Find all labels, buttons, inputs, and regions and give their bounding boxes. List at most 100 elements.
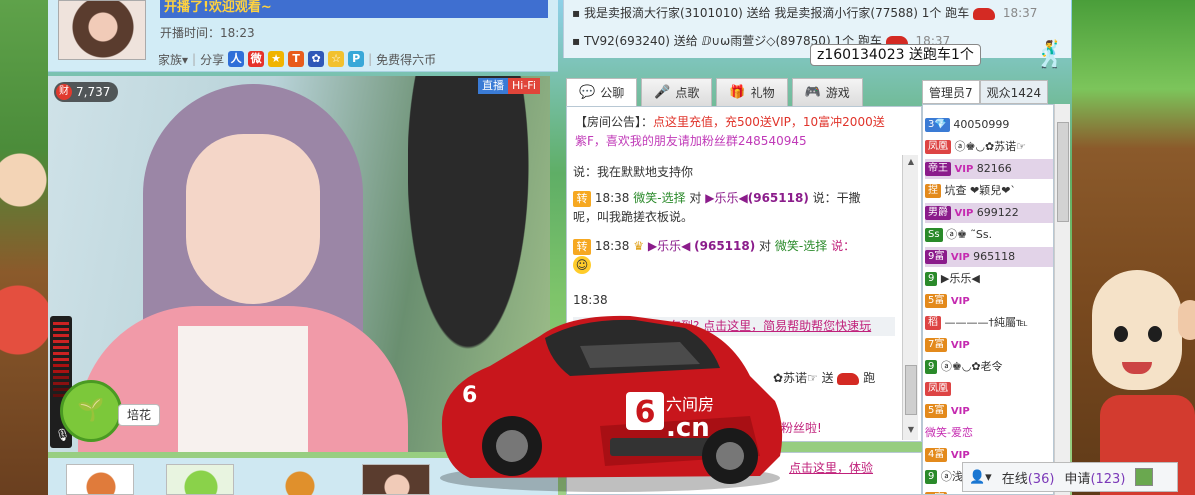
user-list-item[interactable]: 3💎 40050999 <box>925 115 1053 135</box>
star-icon[interactable]: ★ <box>268 51 285 67</box>
thumbnail-item[interactable] <box>266 464 334 495</box>
user-name[interactable]: ⓐ♚◡✿苏诺☞ <box>955 140 1027 153</box>
gift-feed-item: ▪ 我是卖报滴大行家(3101010) 送给 我是卖报滴小行家(77588) 1… <box>572 6 1038 20</box>
online-label: 在线 <box>1001 471 1028 487</box>
plush-ear-image <box>1178 300 1195 340</box>
username[interactable]: ▶乐乐◀ <box>648 239 690 253</box>
username[interactable]: 微笑-选择 <box>775 239 827 253</box>
user-level-badge: 9 <box>925 272 938 286</box>
host-avatar[interactable] <box>58 0 146 60</box>
tab-song-request[interactable]: 🎤 点歌 <box>641 78 713 106</box>
chat-message: 转 18:38 ♛ ▶乐乐◀ (965118) 对 微笑-选择 说： ☺ <box>573 237 895 275</box>
user-level-badge: 9 <box>925 470 938 484</box>
user-level-badge: 凤凰 <box>925 140 951 154</box>
user-level-badge: Ss <box>925 228 943 242</box>
tab-admins[interactable]: 管理员7 <box>922 80 980 104</box>
baidu-icon[interactable]: ✿ <box>308 51 325 67</box>
username[interactable]: ▶乐乐◀ <box>705 191 747 205</box>
live-label: 直播 <box>478 78 508 94</box>
tencent-icon[interactable]: T <box>288 51 305 67</box>
chat-tabs: 💬 公聊 🎤 点歌 🎁 礼物 🎮 游戏 <box>566 78 918 106</box>
hifi-label[interactable]: Hi-Fi <box>508 78 540 94</box>
user-name[interactable]: 坑查 ❤颖兒❤` <box>945 184 1016 197</box>
apply-count[interactable]: 申请(123) <box>1064 468 1125 487</box>
user-list-item[interactable]: 凤凰 ⓐ♚◡✿苏诺☞ <box>925 137 1053 157</box>
user-name[interactable]: 965118 <box>973 250 1015 263</box>
user-name[interactable]: ⓐ♚◡✿老令 <box>941 360 1003 373</box>
free-coins-link[interactable]: 免费得六币 <box>376 51 436 68</box>
scroll-up-icon[interactable]: ▲ <box>905 157 917 169</box>
recharge-link[interactable]: 点这里充值，充500送VIP，10富冲2000送 <box>653 115 885 129</box>
chat-scrollbar[interactable]: ▲ ▼ <box>902 155 918 440</box>
user-list-item[interactable]: 稻 ————†純屬℡ <box>925 313 1053 333</box>
p-icon[interactable]: P <box>348 51 365 67</box>
user-name[interactable]: ▶乐乐◀ <box>941 272 980 285</box>
user-id: (965118) <box>694 239 756 253</box>
chat-message: 说：我在默默地支持你 <box>573 165 694 179</box>
tab-label: 公聊 <box>600 86 625 100</box>
wealth-badge: 财 7,737 <box>54 82 119 102</box>
user-list-item[interactable]: 5富 VIP <box>925 291 1053 311</box>
gift-text: 我是卖报滴大行家(3101010) 送给 我是卖报滴小行家(77588) 1个 … <box>583 6 970 20</box>
vip-badge: VIP <box>950 252 970 263</box>
scroll-thumb[interactable] <box>905 365 917 415</box>
user-name[interactable]: 40050999 <box>953 118 1009 131</box>
user-name[interactable]: 82166 <box>977 162 1012 175</box>
user-level-badge: 5富 <box>925 294 948 308</box>
user-name[interactable]: 699122 <box>977 206 1019 219</box>
weibo-icon[interactable]: 微 <box>248 51 265 67</box>
speech-bubble-icon: 💬 <box>579 85 596 100</box>
welcome-banner: 开播了!欢迎观看~ <box>160 0 548 18</box>
user-list-item[interactable]: 5富 VIP <box>925 401 1053 421</box>
left-decoration <box>0 0 48 495</box>
msg-text: 跑 <box>863 371 876 385</box>
online-count[interactable]: 在线(36) <box>1002 468 1055 487</box>
user-name[interactable]: ⓐ♚ ˜Ss. <box>946 228 992 241</box>
renren-icon[interactable]: 人 <box>228 51 245 67</box>
apply-label: 申请 <box>1064 471 1091 487</box>
tab-public-chat[interactable]: 💬 公聊 <box>566 78 638 106</box>
car-domain-text: .cn <box>666 413 710 443</box>
live-quality-tag: 直播 Hi-Fi <box>478 78 540 94</box>
user-list-item[interactable]: 9富 VIP 965118 <box>925 247 1053 267</box>
user-name[interactable]: ————†純屬℡ <box>945 316 1028 329</box>
family-dropdown[interactable]: 家族▾ <box>158 51 188 68</box>
thumbnail-item[interactable] <box>362 464 430 495</box>
tab-games[interactable]: 🎮 游戏 <box>791 78 863 106</box>
experience-link[interactable]: 点击这里，体验 <box>789 459 873 476</box>
user-list-item[interactable]: 9 ▶乐乐◀ <box>925 269 1053 289</box>
user-list-item[interactable]: 7富 VIP <box>925 335 1053 355</box>
user-list-item[interactable]: 男爵 VIP 699122 <box>925 203 1053 223</box>
chat-message: 转 18:38 微笑-选择 对 ▶乐乐◀(965118) 说：干撒 呢，叫我跪搓… <box>573 189 895 227</box>
user-name[interactable]: 微笑-爱恋 <box>925 426 973 439</box>
scroll-thumb[interactable] <box>1057 122 1069 222</box>
online-number: (36) <box>1027 471 1055 487</box>
watering-can-icon[interactable]: 🌱 <box>60 380 122 442</box>
tab-audience[interactable]: 观众1424 <box>979 80 1049 104</box>
user-list-item[interactable]: Ss ⓐ♚ ˜Ss. <box>925 225 1053 245</box>
sports-car-icon <box>973 7 996 20</box>
user-list-item[interactable]: 帝王 VIP 82166 <box>925 159 1053 179</box>
qzone-icon[interactable]: ☆ <box>328 51 345 67</box>
thumbnail-item[interactable] <box>166 464 234 495</box>
forward-tag: 转 <box>573 190 591 207</box>
user-list-item[interactable]: 捏 坑查 ❤颖兒❤` <box>925 181 1053 201</box>
user-avatar-icon[interactable] <box>1135 468 1154 486</box>
scroll-down-icon[interactable]: ▼ <box>905 425 917 437</box>
share-toolbar: 家族▾ | 分享 人 微 ★ T ✿ ☆ P | 免费得六币 <box>158 51 437 68</box>
user-list-scrollbar[interactable] <box>1054 104 1070 495</box>
status-bar: 👤▾ 在线(36) 申请(123) <box>962 462 1178 492</box>
user-list-item[interactable]: 9 ⓐ♚◡✿老令 <box>925 357 1053 377</box>
user-list-item[interactable]: 凤凰 <box>925 379 1053 399</box>
tab-label: 游戏 <box>825 86 850 100</box>
live-time-label: 开播时间： <box>160 26 221 40</box>
thumbnail-item[interactable] <box>66 464 134 495</box>
flower-label[interactable]: 培花 <box>118 404 161 426</box>
wealth-value: 7,737 <box>76 85 111 99</box>
username[interactable]: 微笑-选择 <box>633 191 685 205</box>
microphone-icon[interactable]: 🎙 <box>55 428 70 444</box>
sports-car-gift-animation: 6 六间房 .cn 6 <box>440 315 783 492</box>
user-list-item[interactable]: 微笑-爱恋 <box>925 423 1053 443</box>
forward-tag: 转 <box>573 238 591 255</box>
tab-gifts[interactable]: 🎁 礼物 <box>716 78 788 106</box>
